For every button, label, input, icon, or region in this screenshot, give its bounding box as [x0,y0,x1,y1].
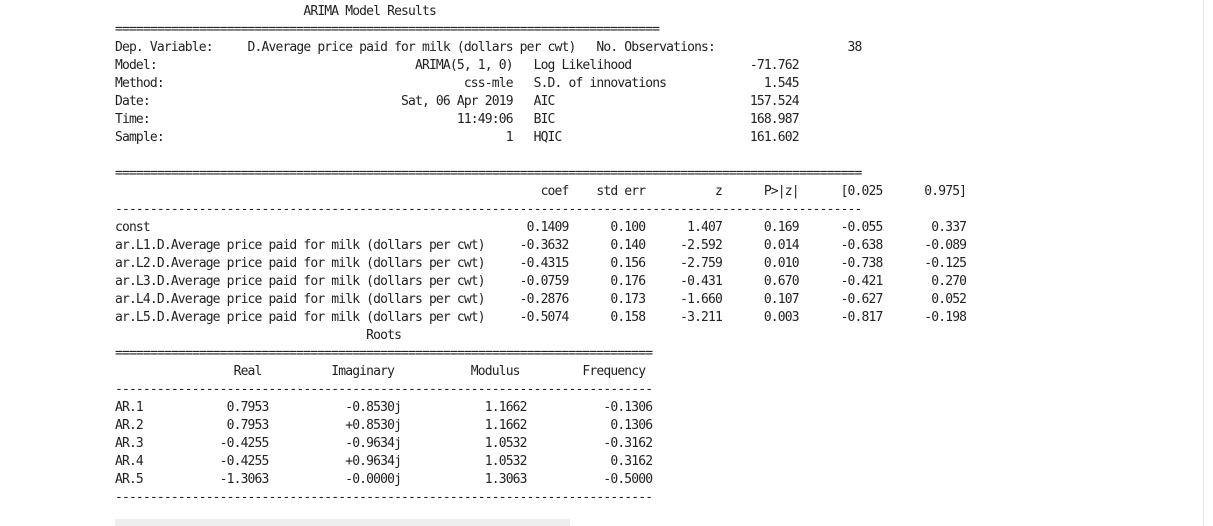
next-cell-placeholder [115,519,570,526]
arima-results-output: ARIMA Model Results ====================… [115,3,967,507]
roots-title: Roots [115,328,653,343]
roots-table-header: Real Imaginary Modulus Frequency [115,364,646,379]
coef-table-row: ar.L4.D.Average price paid for milk (dol… [115,292,967,307]
roots-table-row: AR.3 -0.4255 -0.9634j 1.0532 -0.3162 [115,436,653,451]
summary-row-model: Model: ARIMA(5, 1, 0) Log Likelihood -71… [115,58,800,73]
coef-table-header: coef std err z P>|z| [0.025 0.975] [115,184,967,199]
double-rule: ========================================… [115,166,862,181]
summary-row-dep-variable: Dep. Variable: D.Average price paid for … [115,40,862,55]
summary-row-sample: Sample: 1 HQIC 161.602 [115,130,800,145]
output-area-right-border [1203,0,1204,526]
coef-table-row: ar.L3.D.Average price paid for milk (dol… [115,274,967,289]
roots-table-row: AR.4 -0.4255 +0.9634j 1.0532 0.3162 [115,454,653,469]
roots-table-row: AR.2 0.7953 +0.8530j 1.1662 0.1306 [115,418,653,433]
roots-table-row: AR.1 0.7953 -0.8530j 1.1662 -0.1306 [115,400,653,415]
double-rule: ========================================… [115,22,660,37]
coef-table-row: ar.L2.D.Average price paid for milk (dol… [115,256,967,271]
dashed-rule: ----------------------------------------… [115,202,862,217]
double-rule: ========================================… [115,346,653,361]
dashed-rule: ----------------------------------------… [115,490,653,505]
coef-table-row: const 0.1409 0.100 1.407 0.169 -0.055 0.… [115,220,967,235]
dashed-rule: ----------------------------------------… [115,382,653,397]
summary-row-method: Method: css-mle S.D. of innovations 1.54… [115,76,800,91]
summary-row-date: Date: Sat, 06 Apr 2019 AIC 157.524 [115,94,800,109]
summary-row-time: Time: 11:49:06 BIC 168.987 [115,112,800,127]
summary-title: ARIMA Model Results [115,4,646,19]
coef-table-row: ar.L5.D.Average price paid for milk (dol… [115,310,967,325]
coef-table-row: ar.L1.D.Average price paid for milk (dol… [115,238,967,253]
roots-table-row: AR.5 -1.3063 -0.0000j 1.3063 -0.5000 [115,472,653,487]
